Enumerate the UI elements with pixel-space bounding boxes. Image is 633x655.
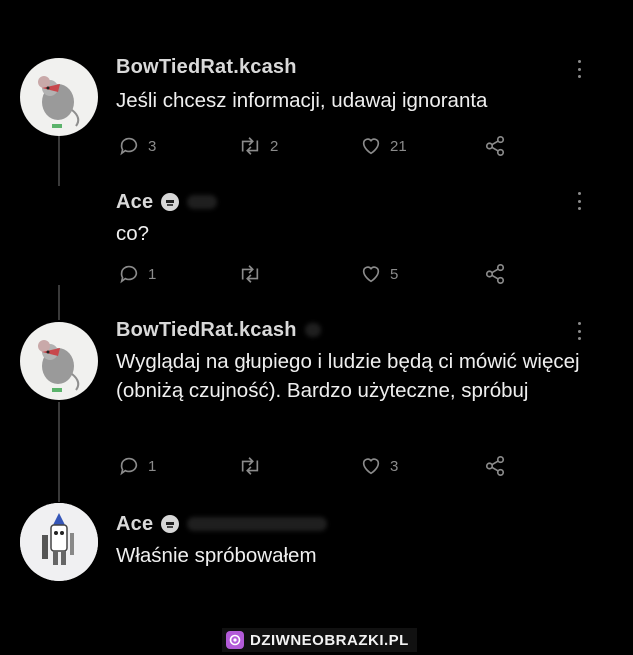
watermark-text: DZIWNEOBRAZKI.PL xyxy=(250,631,409,649)
like-button[interactable]: 3 xyxy=(360,455,398,477)
retweet-icon xyxy=(241,137,259,155)
thread-screenshot: BowTiedRat.kcash Jeśli chcesz informacji… xyxy=(0,0,633,655)
tweet-text: Jeśli chcesz informacji, udawaj ignorant… xyxy=(116,89,488,112)
like-count: 3 xyxy=(390,457,399,475)
like-count: 5 xyxy=(390,265,399,283)
tweet-actions: 3 2 21 xyxy=(116,135,516,159)
retweet-icon xyxy=(241,457,259,475)
reply-button[interactable]: 3 xyxy=(118,135,156,157)
more-options-icon[interactable] xyxy=(577,60,581,78)
share-icon xyxy=(485,264,505,284)
more-options-icon[interactable] xyxy=(577,192,581,210)
retweet-button[interactable]: 2 xyxy=(238,135,278,157)
retweet-button[interactable] xyxy=(238,263,262,285)
like-count: 21 xyxy=(390,137,407,155)
retweet-button[interactable] xyxy=(238,455,262,477)
tweet-actions: 1 5 xyxy=(116,263,516,287)
tweet-text: Wyglądaj na głupiego i ludzie będą ci mó… xyxy=(116,350,580,402)
avatar[interactable] xyxy=(20,58,98,136)
tweet-text: Właśnie spróbowałem xyxy=(116,544,317,567)
tweet-actions: 1 3 xyxy=(116,455,516,479)
retweet-icon xyxy=(241,265,259,283)
heart-icon xyxy=(362,266,380,283)
reply-icon xyxy=(120,137,138,156)
heart-icon xyxy=(362,138,380,155)
more-options-icon[interactable] xyxy=(577,322,581,340)
thread-connector xyxy=(58,136,60,186)
avatar[interactable] xyxy=(20,322,98,400)
author-name[interactable]: BowTiedRat.kcash xyxy=(116,319,297,342)
blurred-handle xyxy=(304,323,321,337)
rat-avatar-icon xyxy=(38,76,80,128)
blurred-handle xyxy=(187,195,218,209)
thread-connector xyxy=(58,285,60,320)
like-button[interactable]: 5 xyxy=(360,263,398,285)
retweet-count: 2 xyxy=(270,137,279,155)
share-icon xyxy=(485,456,505,476)
reply-count: 1 xyxy=(148,457,157,475)
reply-count: 3 xyxy=(148,137,157,155)
watermark-logo-icon xyxy=(226,631,244,649)
like-button[interactable]: 21 xyxy=(360,135,407,157)
reply-icon xyxy=(120,457,138,476)
user-badge-icon xyxy=(161,515,180,533)
site-watermark: DZIWNEOBRAZKI.PL xyxy=(222,628,417,652)
reply-button[interactable]: 1 xyxy=(118,263,156,285)
heart-icon xyxy=(362,458,380,475)
share-button[interactable] xyxy=(484,455,506,477)
share-button[interactable] xyxy=(484,263,506,285)
avatar[interactable] xyxy=(20,503,98,581)
author-name[interactable]: Ace xyxy=(116,191,153,214)
share-icon xyxy=(485,136,505,156)
reply-icon xyxy=(120,265,138,284)
author-name[interactable]: Ace xyxy=(116,513,153,536)
share-button[interactable] xyxy=(484,135,506,157)
thread-connector xyxy=(58,402,60,502)
rat-avatar-icon xyxy=(38,340,80,392)
author-name[interactable]: BowTiedRat.kcash xyxy=(116,56,297,79)
reply-button[interactable]: 1 xyxy=(118,455,156,477)
reply-count: 1 xyxy=(148,265,157,283)
tweet-text: co? xyxy=(116,222,150,245)
robot-avatar-icon xyxy=(20,503,98,581)
user-badge-icon xyxy=(161,193,180,211)
blurred-handle xyxy=(187,517,328,531)
